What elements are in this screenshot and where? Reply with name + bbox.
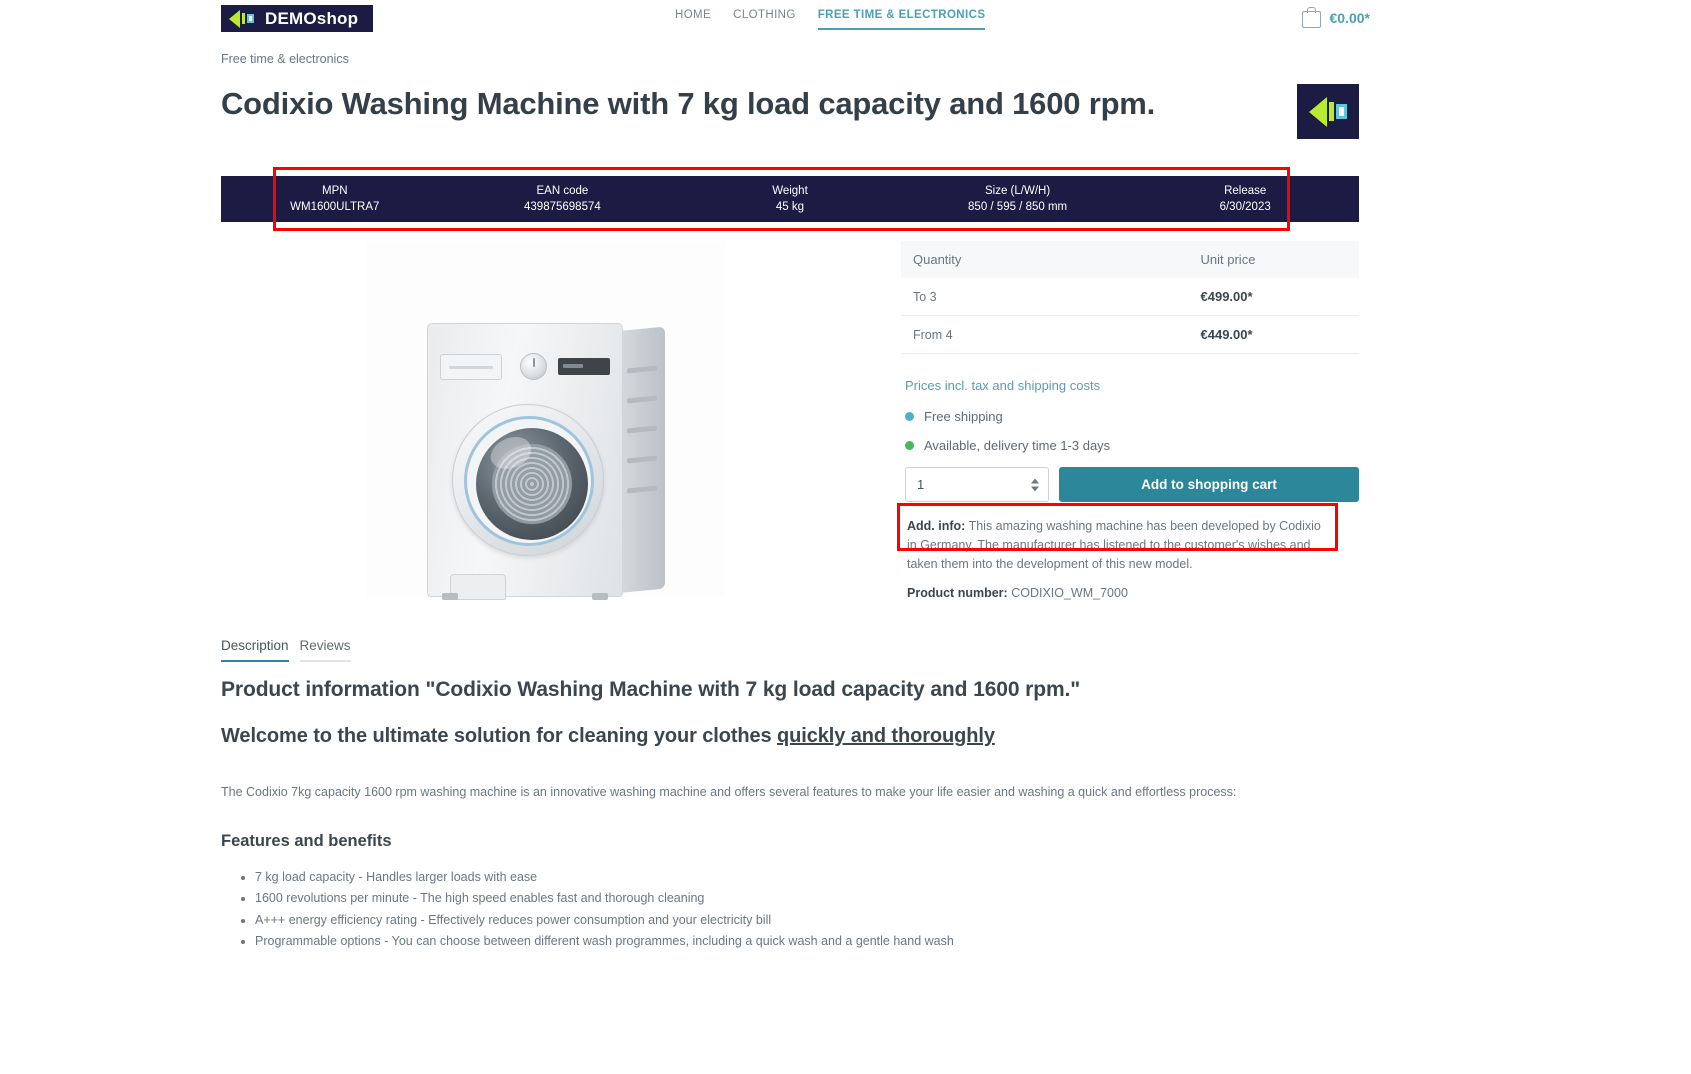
spec-ean: EAN code 439875698574 [449, 183, 677, 216]
tab-description[interactable]: Description [221, 638, 289, 662]
spec-value: 45 kg [775, 201, 805, 213]
product-number: Product number: CODIXIO_WM_7000 [901, 586, 1359, 600]
brand-square-icon [1336, 104, 1347, 119]
nav-item-free-time-electronics[interactable]: FREE TIME & ELECTRONICS [817, 9, 986, 30]
logo-arrow-icon [229, 9, 254, 28]
description-subheading: Welcome to the ultimate solution for cle… [221, 725, 1361, 748]
shipping-status-label: Free shipping [924, 409, 1003, 424]
product-number-label: Product number: [907, 586, 1008, 600]
tier-price: €499.00* [984, 278, 1359, 316]
spec-label: Size (L/W/H) [984, 184, 1051, 197]
description-heading: Product information "Codixio Washing Mac… [221, 678, 1081, 701]
description-panel: Product information "Codixio Washing Mac… [221, 678, 1361, 953]
tax-shipping-note[interactable]: Prices incl. tax and shipping costs [901, 378, 1359, 393]
spec-release: Release 6/30/2023 [1131, 183, 1359, 216]
site-header: DEMOshop HOME CLOTHING FREE TIME & ELECT… [0, 0, 1691, 38]
subheading-plain: Welcome to the ultimate solution for cle… [221, 725, 778, 747]
site-logo[interactable]: DEMOshop [221, 5, 373, 32]
additional-info-text: Add. info: This amazing washing machine … [901, 517, 1333, 574]
spec-value: 6/30/2023 [1219, 201, 1271, 213]
spec-value: 850 / 595 / 850 mm [968, 201, 1068, 213]
purchase-panel: Quantity Unit price To 3 €499.00* From 4… [901, 241, 1359, 600]
main-navigation: HOME CLOTHING FREE TIME & ELECTRONICS [675, 9, 986, 30]
quantity-input[interactable] [905, 467, 1049, 502]
washing-machine-illustration [426, 305, 665, 600]
cart-widget[interactable]: €0.00* [1301, 7, 1370, 28]
brand-bar-icon [1329, 102, 1334, 121]
column-header-unit-price: Unit price [984, 241, 1359, 278]
product-image[interactable] [366, 241, 725, 600]
features-list: 7 kg load capacity - Handles larger load… [255, 867, 1361, 953]
tier-quantity: To 3 [901, 278, 985, 316]
spec-label: MPN [322, 184, 348, 197]
list-item: 7 kg load capacity - Handles larger load… [255, 867, 1361, 889]
brand-logo-badge [1297, 84, 1359, 139]
add-to-cart-button[interactable]: Add to shopping cart [1059, 467, 1359, 502]
shopping-bag-icon [1301, 7, 1321, 28]
list-item: 1600 revolutions per minute - The high s… [255, 888, 1361, 910]
stock-status-label: Available, delivery time 1-3 days [924, 438, 1111, 453]
logo-text: DEMOshop [265, 8, 359, 28]
availability-list: Free shipping Available, delivery time 1… [901, 409, 1359, 453]
nav-item-clothing[interactable]: CLOTHING [733, 9, 796, 28]
stock-status: Available, delivery time 1-3 days [905, 438, 1359, 453]
tier-price: €449.00* [984, 315, 1359, 354]
spec-label: Release [1224, 184, 1267, 197]
table-header-row: Quantity Unit price [901, 241, 1359, 278]
brand-arrow-icon [1309, 96, 1327, 127]
list-item: Programmable options - You can choose be… [255, 931, 1361, 953]
spec-value: 439875698574 [524, 201, 601, 213]
table-row: To 3 €499.00* [901, 278, 1359, 316]
page-title: Codixio Washing Machine with 7 kg load c… [221, 86, 1156, 121]
status-dot-icon [905, 441, 914, 450]
additional-info-body: This amazing washing machine has been de… [907, 519, 1321, 571]
nav-item-home[interactable]: HOME [675, 9, 711, 28]
spec-label: Weight [772, 184, 808, 197]
tier-quantity: From 4 [901, 315, 985, 354]
spec-mpn: MPN WM1600ULTRA7 [221, 183, 449, 216]
list-item: A+++ energy efficiency rating - Effectiv… [255, 910, 1361, 932]
shipping-status: Free shipping [905, 409, 1359, 424]
product-detail-page: DEMOshop HOME CLOTHING FREE TIME & ELECT… [0, 0, 1691, 1074]
breadcrumb[interactable]: Free time & electronics [221, 52, 349, 66]
table-row: From 4 €449.00* [901, 315, 1359, 354]
additional-info-label: Add. info: [907, 519, 966, 533]
spec-size: Size (L/W/H) 850 / 595 / 850 mm [904, 183, 1132, 216]
product-spec-strip: MPN WM1600ULTRA7 EAN code 439875698574 W… [221, 176, 1359, 222]
spec-weight: Weight 45 kg [676, 183, 904, 216]
product-tabs: Description Reviews [221, 638, 351, 662]
features-heading: Features and benefits [221, 831, 392, 850]
spec-label: EAN code [536, 184, 589, 197]
stepper-arrows-icon[interactable] [1031, 478, 1039, 491]
subheading-underlined: quickly and thoroughly [777, 725, 995, 747]
spec-value: WM1600ULTRA7 [290, 201, 380, 213]
tab-reviews[interactable]: Reviews [299, 638, 351, 662]
description-intro: The Codixio 7kg capacity 1600 rpm washin… [221, 785, 1237, 799]
status-dot-icon [905, 412, 914, 421]
cart-total: €0.00* [1329, 9, 1370, 26]
price-tier-table: Quantity Unit price To 3 €499.00* From 4… [901, 241, 1359, 354]
buy-controls: Add to shopping cart [901, 467, 1359, 502]
product-number-value: CODIXIO_WM_7000 [1011, 586, 1128, 600]
column-header-quantity: Quantity [901, 241, 985, 278]
quantity-stepper[interactable] [905, 467, 1049, 502]
